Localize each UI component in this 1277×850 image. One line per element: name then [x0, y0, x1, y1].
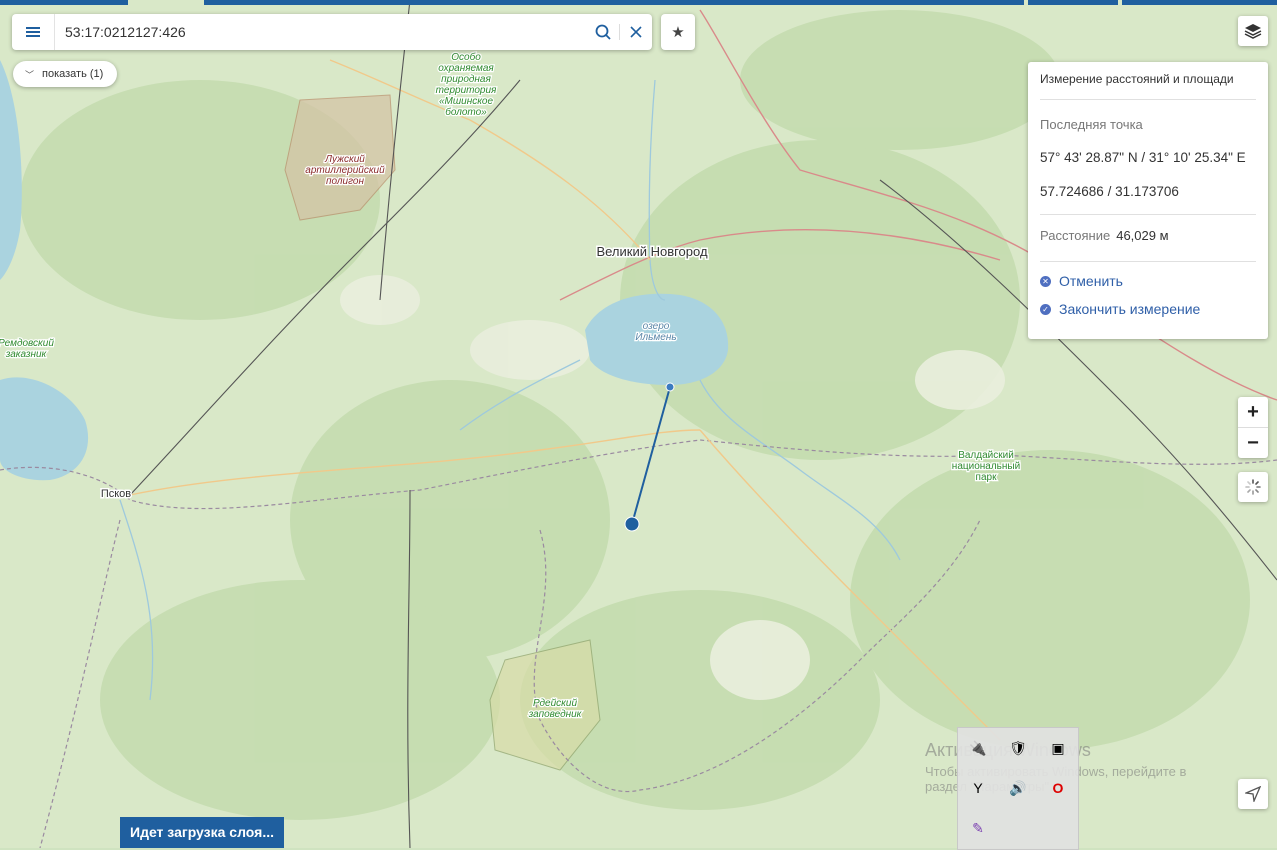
search-input[interactable]: [55, 17, 587, 47]
label-line: национальный: [952, 461, 1020, 472]
system-tray-popup: 🔌 🛡 ▣ Y 🔊 O ✎: [957, 727, 1079, 850]
label-line: природная: [441, 74, 491, 85]
measure-panel-title: Измерение расстояний и площади: [1040, 72, 1234, 86]
label-line: болото»: [445, 106, 487, 118]
spinner-icon[interactable]: [1238, 472, 1268, 502]
cancel-label: Отменить: [1059, 273, 1123, 289]
coords-dms: 57° 43' 28.87" N / 31° 10' 25.34" E: [1040, 150, 1246, 165]
locate-icon[interactable]: [1238, 779, 1268, 809]
label-line: территория: [436, 85, 497, 96]
label-line: озеро: [643, 321, 670, 332]
distance-label: Расстояние: [1040, 228, 1111, 243]
coords-decimal: 57.724686 / 31.173706: [1040, 184, 1179, 199]
label-line: Ремдовский: [0, 338, 54, 349]
label-line: «Мшинское: [439, 96, 494, 107]
app-icon[interactable]: ▣: [1044, 734, 1072, 762]
divider: [1040, 214, 1256, 215]
show-filter-button[interactable]: ﹀ показать (1): [13, 61, 118, 87]
label-line: артиллерийский: [305, 165, 385, 176]
measure-panel: Измерение расстояний и площади Последняя…: [1028, 62, 1268, 339]
layer-loading-status: Идет загрузка слоя...: [120, 817, 284, 848]
cancel-icon: ✕: [1040, 275, 1051, 287]
label-pskov: Псков: [101, 488, 131, 500]
last-point-label: Последняя точка: [1040, 117, 1143, 132]
distance-row: Расстояние 46,029 м: [1040, 228, 1169, 243]
zoom-out-button[interactable]: −: [1238, 428, 1268, 458]
finish-measure-button[interactable]: ✓ Закончить измерение: [1040, 301, 1200, 317]
star-icon[interactable]: ★: [661, 14, 695, 50]
measure-start-point[interactable]: [665, 382, 675, 392]
label-line: заповедник: [528, 709, 583, 720]
label-line: полигон: [326, 176, 364, 187]
label-line: Лужский: [324, 154, 365, 165]
feather-icon[interactable]: ✎: [964, 814, 992, 842]
layers-icon[interactable]: [1238, 16, 1268, 46]
search-icon[interactable]: [587, 14, 619, 50]
zoom-control: + −: [1238, 397, 1268, 458]
label-line: заказник: [5, 349, 48, 360]
label-line: Валдайский: [958, 450, 1014, 461]
chevron-down-icon: ﹀: [25, 69, 35, 80]
label-remdovsky: Ремдовский заказник: [0, 338, 54, 360]
label-line: Особо: [451, 51, 481, 63]
check-icon: ✓: [1040, 303, 1051, 315]
measure-end-point[interactable]: [624, 516, 640, 532]
finish-label: Закончить измерение: [1059, 301, 1201, 317]
distance-value: 46,029 м: [1116, 228, 1169, 243]
volume-icon[interactable]: 🔊: [1004, 774, 1032, 802]
label-line: Рдейский: [533, 698, 577, 709]
divider: [1040, 261, 1256, 262]
label-line: парк: [976, 472, 998, 483]
usb-icon[interactable]: 🔌: [964, 734, 992, 762]
divider: [1040, 99, 1256, 100]
label-line: охраняемая: [438, 63, 494, 74]
top-accent-bar: [0, 0, 1277, 5]
yandex-icon[interactable]: Y: [964, 774, 992, 802]
search-bar: [12, 14, 652, 50]
label-line: Ильмень: [635, 332, 676, 343]
opera-icon[interactable]: O: [1044, 774, 1072, 802]
label-rdeisky: Рдейский заповедник: [528, 698, 583, 720]
label-novgorod: Великий Новгород: [596, 244, 708, 259]
zoom-in-button[interactable]: +: [1238, 397, 1268, 427]
show-filter-label: показать (1): [42, 68, 104, 80]
cancel-button[interactable]: ✕ Отменить: [1040, 273, 1123, 289]
menu-icon[interactable]: [12, 14, 55, 50]
shield-icon[interactable]: 🛡: [1004, 734, 1032, 762]
close-icon[interactable]: [620, 14, 652, 50]
